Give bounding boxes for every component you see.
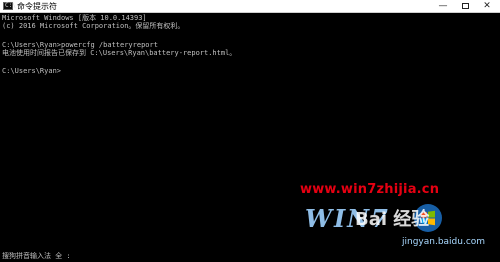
- console-line: C:\Users\Ryan>: [2, 67, 62, 75]
- maximize-icon: [461, 2, 469, 9]
- title-bar: C:\ 命令提示符 — ✕: [0, 0, 500, 13]
- console-line: C:\Users\Ryan>powercfg /batteryreport: [2, 41, 158, 49]
- maximize-button[interactable]: [455, 0, 475, 12]
- console-line: Microsoft Windows [版本 10.0.14393]: [2, 14, 147, 22]
- watermark-baidu-url: jingyan.baidu.com: [402, 237, 486, 247]
- ime-status-bar: 搜狗拼音输入法 全 :: [2, 252, 71, 260]
- console-line: 电池使用时间报告已保存到 C:\Users\Ryan\battery-repor…: [2, 49, 237, 57]
- command-prompt-icon: C:\: [3, 2, 16, 10]
- close-button[interactable]: ✕: [477, 0, 497, 12]
- baidu-jingyan-logo: Bai 经验: [355, 209, 430, 230]
- window-title: 命令提示符: [17, 2, 57, 11]
- minimize-button[interactable]: —: [433, 0, 453, 12]
- watermark-site-url: www.win7zhijia.cn: [300, 182, 440, 197]
- console-line: (c) 2016 Microsoft Corporation。保留所有权利。: [2, 22, 185, 30]
